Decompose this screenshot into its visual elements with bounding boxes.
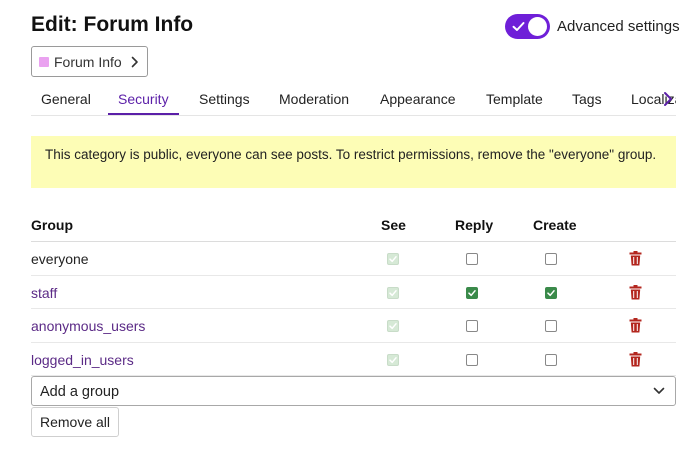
tab-tags[interactable]: Tags [562,84,612,115]
reply-checkbox[interactable] [466,320,478,332]
add-group-select[interactable]: Add a group [31,376,676,406]
trash-icon[interactable] [629,284,642,300]
category-breadcrumb[interactable]: Forum Info [31,46,148,77]
column-header-reply: Reply [455,217,494,233]
advanced-settings-toggle[interactable] [505,14,550,39]
see-checkbox [387,286,399,299]
public-category-notice: This category is public, everyone can se… [31,136,676,188]
breadcrumb-label: Forum Info [54,53,122,70]
advanced-settings-toggle-group[interactable]: Advanced settings [505,14,680,39]
create-checkbox[interactable] [545,353,557,366]
column-header-group: Group [31,217,73,233]
reply-checkbox[interactable] [466,253,478,265]
tabs-scroll-right-icon[interactable] [662,91,674,107]
table-header: Group See Reply Create [31,209,676,242]
remove-all-button[interactable]: Remove all [31,407,119,437]
tab-appearance[interactable]: Appearance [370,84,466,115]
toggle-knob [528,17,547,36]
advanced-settings-label: Advanced settings [557,18,680,35]
group-name[interactable]: anonymous_users [31,318,145,334]
tab-security[interactable]: Security [108,84,179,115]
group-name[interactable]: staff [31,285,57,301]
trash-icon[interactable] [629,318,642,333]
table-row: logged_in_users [31,343,676,376]
see-checkbox [387,320,399,332]
tab-settings[interactable]: Settings [189,84,260,115]
chevron-right-icon [131,56,138,68]
add-group-label: Add a group [40,384,120,400]
column-header-see: See [381,217,406,233]
chevron-down-icon [653,387,665,394]
check-icon [512,22,525,31]
tab-general[interactable]: General [31,84,101,115]
table-row: staff [31,276,676,309]
create-checkbox[interactable] [545,286,557,299]
trash-icon[interactable] [629,351,642,367]
group-name: everyone [31,251,89,267]
page-title: Edit: Forum Info [31,13,194,36]
table-row: everyone [31,242,676,276]
permissions-table: Group See Reply Create everyone staff anon… [31,209,676,376]
reply-checkbox[interactable] [466,353,478,366]
category-color-swatch [39,56,49,67]
category-tabs: General Security Settings Moderation App… [31,84,676,116]
see-checkbox [387,253,399,265]
trash-icon[interactable] [629,251,642,266]
tab-moderation[interactable]: Moderation [269,84,359,115]
tab-template[interactable]: Template [476,84,553,115]
create-checkbox[interactable] [545,320,557,332]
table-row: anonymous_users [31,309,676,343]
group-name[interactable]: logged_in_users [31,352,134,368]
column-header-create: Create [533,217,577,233]
reply-checkbox[interactable] [466,286,478,299]
see-checkbox [387,353,399,366]
create-checkbox[interactable] [545,253,557,265]
